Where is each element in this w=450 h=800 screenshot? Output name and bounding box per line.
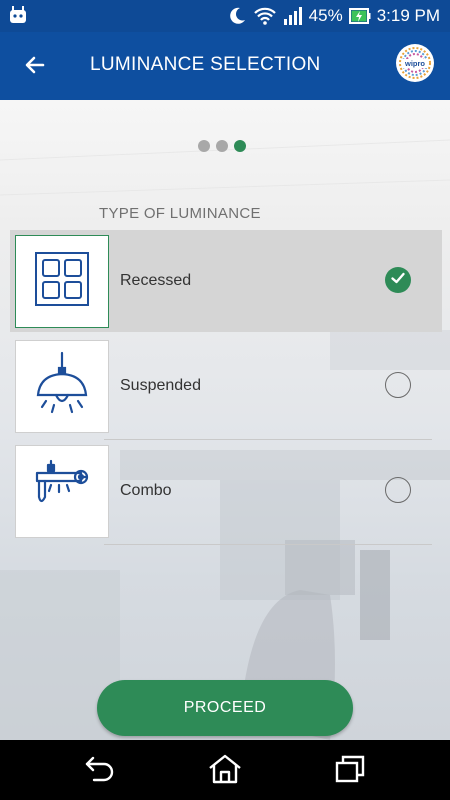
option-tile bbox=[15, 340, 109, 433]
back-nav-icon bbox=[84, 755, 116, 788]
home-nav-icon bbox=[208, 754, 242, 789]
option-tile bbox=[15, 235, 109, 328]
option-label: Recessed bbox=[120, 272, 192, 289]
option-suspended[interactable]: Suspended bbox=[0, 335, 450, 440]
logo-text: wipro bbox=[404, 59, 425, 68]
android-notification-icon bbox=[8, 6, 28, 29]
combo-fixture-icon bbox=[31, 459, 93, 524]
option-tile bbox=[15, 445, 109, 538]
divider bbox=[104, 544, 432, 545]
app-bar: LUMINANCE SELECTION wipro bbox=[0, 32, 450, 100]
option-combo[interactable]: Combo bbox=[0, 440, 450, 545]
battery-charging-icon bbox=[348, 7, 371, 25]
pager-dot bbox=[198, 140, 210, 152]
status-bar: 45% 3:19 PM bbox=[0, 0, 450, 32]
radio-unselected[interactable] bbox=[385, 372, 411, 398]
pager-dots bbox=[198, 140, 246, 152]
wipro-logo: wipro bbox=[396, 44, 434, 82]
moon-icon bbox=[227, 6, 247, 26]
wifi-icon bbox=[253, 6, 277, 26]
signal-icon bbox=[283, 7, 303, 25]
recents-nav-button[interactable] bbox=[333, 754, 367, 788]
check-icon bbox=[390, 270, 406, 291]
arrow-left-icon bbox=[23, 53, 47, 82]
clock: 3:19 PM bbox=[376, 6, 440, 25]
option-recessed[interactable]: Recessed bbox=[0, 230, 450, 335]
recessed-light-icon bbox=[34, 251, 90, 312]
suspended-lamp-icon bbox=[32, 351, 92, 422]
radio-unselected[interactable] bbox=[385, 477, 411, 503]
proceed-button[interactable]: PROCEED bbox=[97, 680, 353, 736]
back-nav-button[interactable] bbox=[83, 754, 117, 788]
pager-dot-active bbox=[234, 140, 246, 152]
back-button[interactable] bbox=[20, 52, 50, 82]
section-label: TYPE OF LUMINANCE bbox=[99, 205, 261, 222]
home-nav-button[interactable] bbox=[208, 754, 242, 788]
option-label: Suspended bbox=[120, 377, 201, 394]
page-title: LUMINANCE SELECTION bbox=[90, 54, 321, 75]
pager-dot bbox=[216, 140, 228, 152]
system-nav-bar bbox=[0, 740, 450, 800]
option-label: Combo bbox=[120, 482, 172, 499]
main-content: TYPE OF LUMINANCE Recessed Suspended Com… bbox=[0, 100, 450, 740]
battery-percent: 45% bbox=[308, 6, 343, 25]
recents-nav-icon bbox=[334, 754, 366, 789]
radio-selected[interactable] bbox=[385, 267, 411, 293]
